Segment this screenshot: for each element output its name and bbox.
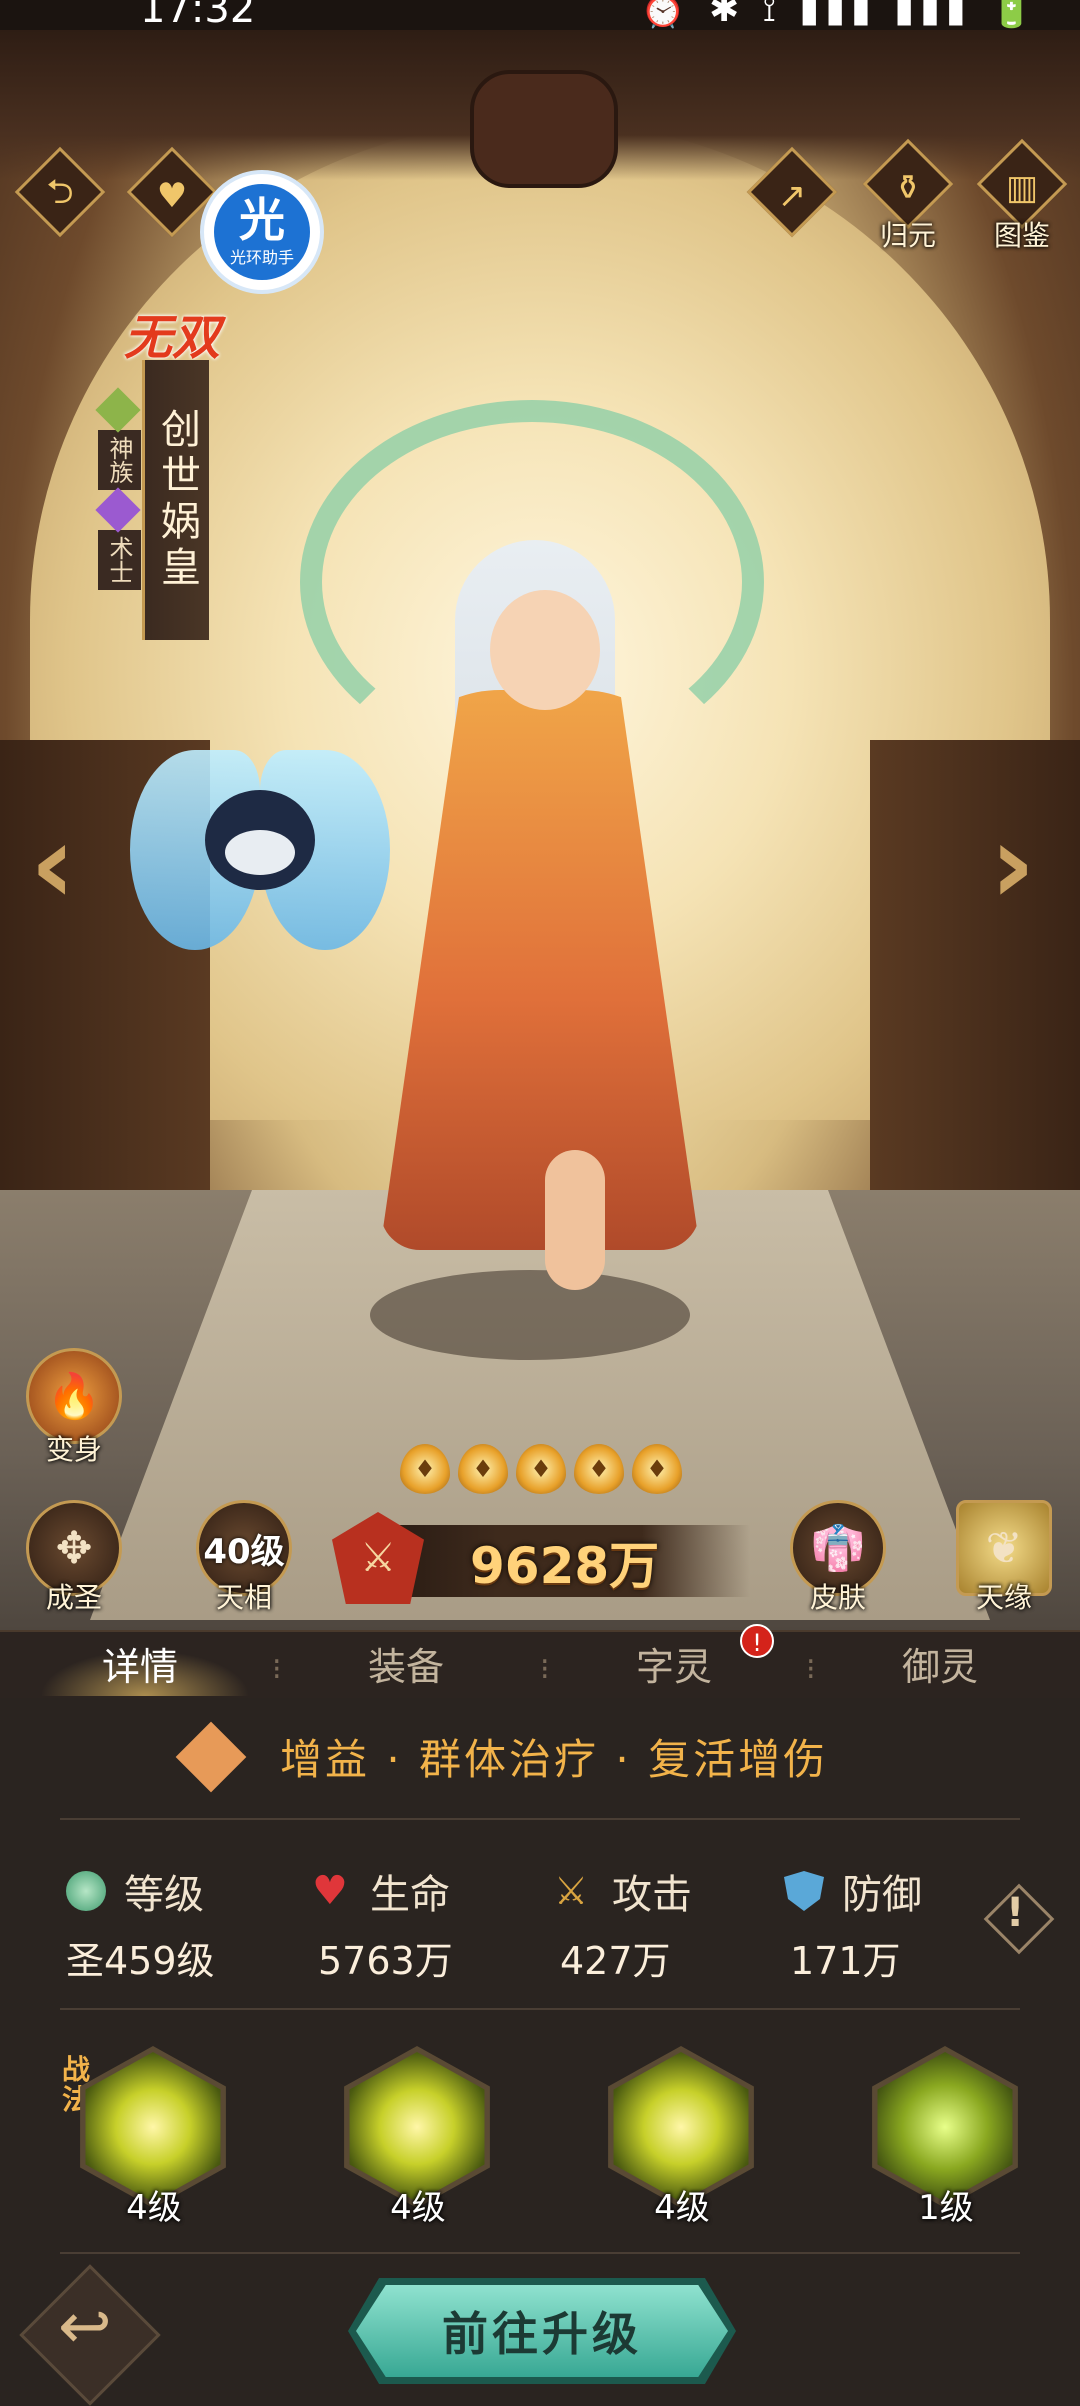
hero-name-banner: 创世娲皇: [142, 360, 209, 640]
go-upgrade-button[interactable]: 前往升级: [356, 2285, 728, 2377]
ziling-alert-badge: !: [740, 1624, 774, 1658]
shield-icon: [784, 1871, 824, 1911]
status-icons: ⏰ ✱ ⟟ ▮▮▮ ▮▮▮ 🔋: [640, 0, 1040, 30]
heart-icon: ♥: [156, 176, 188, 217]
tab-yuling[interactable]: 御灵: [840, 1636, 1040, 1691]
info-icon[interactable]: !: [1006, 1890, 1024, 1936]
skill-3-level: 4级: [654, 2188, 710, 2228]
skill-4-level: 1级: [918, 2188, 974, 2228]
scene-pillar-right: [870, 740, 1080, 1200]
tianxiang-level: 40级: [203, 1531, 285, 1572]
hero-face: [490, 590, 600, 710]
stat-label: 生命: [370, 1872, 450, 1918]
combat-power: 9628万: [470, 1537, 660, 1595]
stat-hp: ♥ 生命: [312, 1862, 450, 1920]
star-icon: ♦: [632, 1444, 682, 1494]
guiyuan-label: 归元: [879, 219, 936, 252]
stat-label: 等级: [124, 1872, 204, 1918]
hero-race: 神族: [98, 430, 141, 490]
stat-value-defense: 171万: [790, 1939, 901, 1983]
tianyuan-label: 天缘: [975, 1581, 1032, 1614]
flame-monkey-icon: 🔥: [46, 1371, 102, 1422]
tab-separator: ⁝: [272, 1652, 282, 1687]
stat-level: 等级: [66, 1862, 204, 1920]
helper-badge[interactable]: 光 光环助手: [200, 170, 324, 294]
scene-demon-ornament: [470, 70, 618, 188]
pet-face: [225, 830, 295, 875]
tab-separator: ⁝: [540, 1652, 550, 1687]
return-icon: ⮌: [46, 171, 74, 212]
back-arrow-icon: ↩: [58, 2290, 112, 2364]
stat-value-attack: 427万: [560, 1939, 671, 1983]
hero-shadow: [370, 1270, 690, 1360]
rank-tag: 无双: [124, 310, 221, 366]
divider: [60, 1818, 1020, 1820]
stat-label: 攻击: [612, 1872, 692, 1918]
tab-equipment[interactable]: 装备: [306, 1636, 506, 1691]
skill-1-level: 4级: [126, 2188, 182, 2228]
divider: [60, 2252, 1020, 2254]
star-icon: ♦: [516, 1444, 566, 1494]
hero-traits: 增益 · 群体治疗 · 复活增伤: [280, 1735, 829, 1784]
stat-defense: 防御: [784, 1862, 922, 1920]
divider: [60, 2008, 1020, 2010]
chengsheng-label: 成圣: [45, 1581, 102, 1614]
next-hero-arrow-icon[interactable]: ›: [990, 800, 1035, 928]
level-icon: [66, 1871, 106, 1911]
skill-2-level: 4级: [390, 2188, 446, 2228]
helper-logo: 光 光环助手: [214, 184, 310, 280]
go-upgrade-label: 前往升级: [442, 2307, 642, 2361]
hero-tags: 神族 术士: [95, 387, 141, 594]
stat-value-hp: 5763万: [318, 1939, 453, 1983]
star-icon: ♦: [574, 1444, 624, 1494]
star-icon: ♦: [458, 1444, 508, 1494]
share-icon: ↗: [777, 176, 807, 217]
pet-companion[interactable]: [130, 710, 390, 990]
class-gem-icon: [95, 487, 141, 533]
helper-label: 光环助手: [229, 248, 294, 267]
hero-leg: [545, 1150, 605, 1290]
race-gem-icon: [95, 387, 141, 433]
heart-icon: ♥: [312, 1868, 348, 1914]
robe-icon: 👘: [810, 1523, 866, 1574]
hero-name: 创世娲皇: [154, 408, 200, 592]
status-time: 17:32: [140, 0, 256, 32]
stat-label: 防御: [842, 1872, 922, 1918]
stat-value-level: 圣459级: [66, 1939, 215, 1983]
tujian-label: 图鉴: [993, 219, 1050, 252]
tab-details[interactable]: 详情: [40, 1636, 240, 1691]
cauldron-icon: ⚱: [893, 168, 923, 209]
tab-separator: ⁝: [806, 1652, 816, 1687]
star-rating: ♦ ♦ ♦ ♦ ♦: [400, 1444, 682, 1494]
skin-label: 皮肤: [809, 1581, 866, 1614]
tianxiang-label: 天相: [215, 1581, 272, 1614]
sage-icon: ✥: [55, 1522, 93, 1574]
stat-attack: ⚔ 攻击: [554, 1862, 692, 1920]
transform-label: 变身: [45, 1433, 102, 1466]
hero-class: 术士: [98, 530, 141, 590]
star-icon: ♦: [400, 1444, 450, 1494]
prev-hero-arrow-icon[interactable]: ‹: [30, 800, 75, 928]
swords-icon: ⚔: [554, 1869, 589, 1913]
scroll-icon: ▥: [1005, 168, 1039, 209]
helper-logo-glyph: 光: [239, 193, 285, 247]
wings-icon: ❦: [985, 1522, 1023, 1574]
